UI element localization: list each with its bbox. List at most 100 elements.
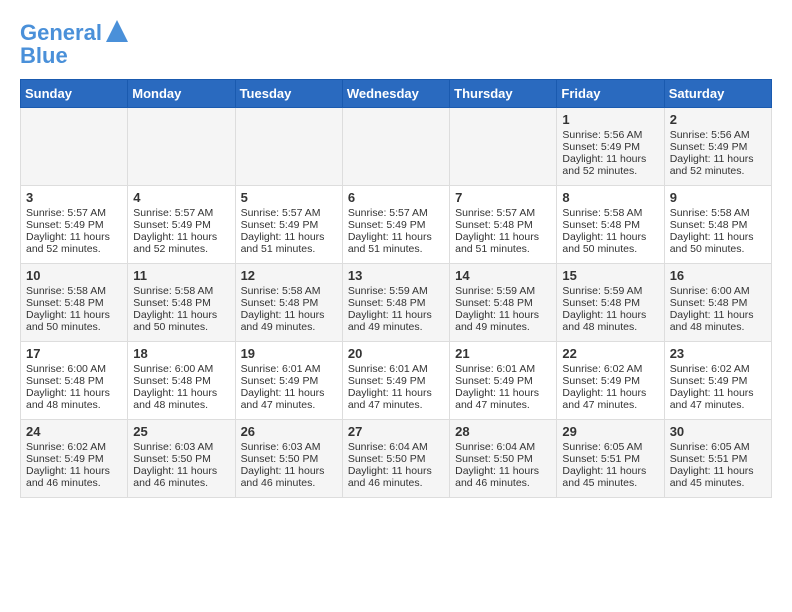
day-info: Daylight: 11 hours and 50 minutes. <box>562 231 658 255</box>
day-number: 4 <box>133 190 229 205</box>
column-header-sunday: Sunday <box>21 80 128 108</box>
calendar-cell: 2Sunrise: 5:56 AMSunset: 5:49 PMDaylight… <box>664 108 771 186</box>
calendar-cell: 26Sunrise: 6:03 AMSunset: 5:50 PMDayligh… <box>235 420 342 498</box>
day-info: Sunrise: 6:01 AM <box>241 363 337 375</box>
day-info: Sunset: 5:49 PM <box>348 375 444 387</box>
day-number: 11 <box>133 268 229 283</box>
column-header-monday: Monday <box>128 80 235 108</box>
day-info: Daylight: 11 hours and 46 minutes. <box>133 465 229 489</box>
logo-text: General <box>20 21 102 45</box>
day-info: Sunrise: 5:56 AM <box>670 129 766 141</box>
calendar-cell: 8Sunrise: 5:58 AMSunset: 5:48 PMDaylight… <box>557 186 664 264</box>
day-number: 6 <box>348 190 444 205</box>
day-info: Daylight: 11 hours and 45 minutes. <box>670 465 766 489</box>
calendar-cell: 9Sunrise: 5:58 AMSunset: 5:48 PMDaylight… <box>664 186 771 264</box>
calendar-cell: 11 Sunrise: 5:58 AMSunset: 5:48 PMDayligh… <box>128 264 235 342</box>
day-info: Sunrise: 6:04 AM <box>455 441 551 453</box>
week-row-1: 1 Sunrise: 5:56 AM Sunset: 5:49 PM Daylight… <box>21 108 772 186</box>
day-info: Daylight: 11 hours and 49 minutes. <box>241 309 337 333</box>
day-number: 13 <box>348 268 444 283</box>
day-info: Sunset: 5:48 PM <box>133 297 229 309</box>
day-info: Sunrise: 5:58 AM <box>670 207 766 219</box>
day-info: Sunset: 5:48 PM <box>455 297 551 309</box>
calendar-cell: 6 Sunrise: 5:57 AMSunset: 5:49 PMDaylight… <box>342 186 449 264</box>
column-header-wednesday: Wednesday <box>342 80 449 108</box>
day-info: Daylight: 11 hours and 52 minutes. <box>670 153 766 177</box>
day-info: Sunrise: 5:58 AM <box>241 285 337 297</box>
calendar-cell: 15Sunrise: 5:59 AMSunset: 5:48 PMDayligh… <box>557 264 664 342</box>
page-header: General Blue <box>20 20 772 69</box>
day-info: Sunset: 5:49 PM <box>348 219 444 231</box>
day-info: Daylight: 11 hours and 48 minutes. <box>133 387 229 411</box>
calendar-body: 1Sunrise: 5:56 AMSunset: 5:49 PMDaylight… <box>21 108 772 498</box>
day-number: 20 <box>348 346 444 361</box>
day-number: 14 <box>455 268 551 283</box>
day-number: 26 <box>241 424 337 439</box>
day-info: Sunrise: 5:57 AM <box>455 207 551 219</box>
day-info: Daylight: 11 hours and 51 minutes. <box>348 231 444 255</box>
day-info: Sunrise: 5:58 AM <box>562 207 658 219</box>
day-info: Sunrise: 5:58 AM <box>26 285 122 297</box>
calendar-cell: 22Sunrise: 6:02 AMSunset: 5:49 PMDayligh… <box>557 342 664 420</box>
day-info: Sunrise: 5:59 AM <box>562 285 658 297</box>
day-info: Daylight: 11 hours and 50 minutes. <box>133 309 229 333</box>
day-number: 28 <box>455 424 551 439</box>
day-number: 16 <box>670 268 766 283</box>
column-header-tuesday: Tuesday <box>235 80 342 108</box>
day-info: Sunset: 5:49 PM <box>670 375 766 387</box>
day-info: Sunrise: 5:58 AM <box>133 285 229 297</box>
calendar-cell <box>450 108 557 186</box>
day-info: Daylight: 11 hours and 51 minutes. <box>455 231 551 255</box>
day-number: 8 <box>562 190 658 205</box>
day-number: 19 <box>241 346 337 361</box>
day-info: Sunset: 5:48 PM <box>670 219 766 231</box>
calendar-cell: 24Sunrise: 6:02 AMSunset: 5:49 PMDayligh… <box>21 420 128 498</box>
day-info: Sunrise: 6:02 AM <box>670 363 766 375</box>
calendar-cell <box>21 108 128 186</box>
calendar-cell: 17Sunrise: 6:00 AMSunset: 5:48 PMDayligh… <box>21 342 128 420</box>
day-number: 1 <box>562 112 658 127</box>
calendar-cell: 12Sunrise: 5:58 AMSunset: 5:48 PMDayligh… <box>235 264 342 342</box>
day-info: Sunset: 5:49 PM <box>26 453 122 465</box>
day-info: Daylight: 11 hours and 48 minutes. <box>670 309 766 333</box>
calendar-cell: 4Sunrise: 5:57 AMSunset: 5:49 PMDaylight… <box>128 186 235 264</box>
week-row-5: 24Sunrise: 6:02 AMSunset: 5:49 PMDayligh… <box>21 420 772 498</box>
calendar-cell <box>235 108 342 186</box>
day-number: 3 <box>26 190 122 205</box>
day-info: Sunset: 5:49 PM <box>241 219 337 231</box>
day-info: Sunset: 5:49 PM <box>241 375 337 387</box>
calendar-cell: 21Sunrise: 6:01 AMSunset: 5:49 PMDayligh… <box>450 342 557 420</box>
column-header-saturday: Saturday <box>664 80 771 108</box>
day-info: Sunrise: 6:00 AM <box>670 285 766 297</box>
day-info: Sunrise: 6:05 AM <box>670 441 766 453</box>
day-number: 30 <box>670 424 766 439</box>
day-number: 22 <box>562 346 658 361</box>
day-info: Sunrise: 6:03 AM <box>133 441 229 453</box>
day-info: Sunset: 5:50 PM <box>455 453 551 465</box>
calendar-cell: 13Sunrise: 5:59 AMSunset: 5:48 PMDayligh… <box>342 264 449 342</box>
day-info: Sunrise: 5:57 AM <box>26 207 122 219</box>
day-info: Daylight: 11 hours and 46 minutes. <box>455 465 551 489</box>
day-info: Sunrise: 5:57 AM <box>348 207 444 219</box>
day-info: Sunrise: 6:00 AM <box>26 363 122 375</box>
calendar-cell: 18Sunrise: 6:00 AMSunset: 5:48 PMDayligh… <box>128 342 235 420</box>
day-info: Daylight: 11 hours and 45 minutes. <box>562 465 658 489</box>
day-info: Sunset: 5:49 PM <box>562 141 658 153</box>
calendar-cell: 14Sunrise: 5:59 AMSunset: 5:48 PMDayligh… <box>450 264 557 342</box>
day-info: Sunset: 5:50 PM <box>241 453 337 465</box>
day-info: Daylight: 11 hours and 52 minutes. <box>133 231 229 255</box>
day-info: Sunset: 5:49 PM <box>562 375 658 387</box>
week-row-2: 3Sunrise: 5:57 AMSunset: 5:49 PMDaylight… <box>21 186 772 264</box>
day-info: Sunset: 5:49 PM <box>26 219 122 231</box>
calendar-cell: 23Sunrise: 6:02 AMSunset: 5:49 PMDayligh… <box>664 342 771 420</box>
day-number: 17 <box>26 346 122 361</box>
day-info: Sunset: 5:48 PM <box>348 297 444 309</box>
day-info: Sunrise: 6:00 AM <box>133 363 229 375</box>
day-info: Daylight: 11 hours and 46 minutes. <box>348 465 444 489</box>
day-info: Sunrise: 6:04 AM <box>348 441 444 453</box>
day-info: Sunset: 5:48 PM <box>26 297 122 309</box>
day-info: Sunrise: 6:01 AM <box>455 363 551 375</box>
day-info: Sunrise: 5:57 AM <box>133 207 229 219</box>
day-number: 15 <box>562 268 658 283</box>
calendar-cell: 7Sunrise: 5:57 AMSunset: 5:48 PMDaylight… <box>450 186 557 264</box>
